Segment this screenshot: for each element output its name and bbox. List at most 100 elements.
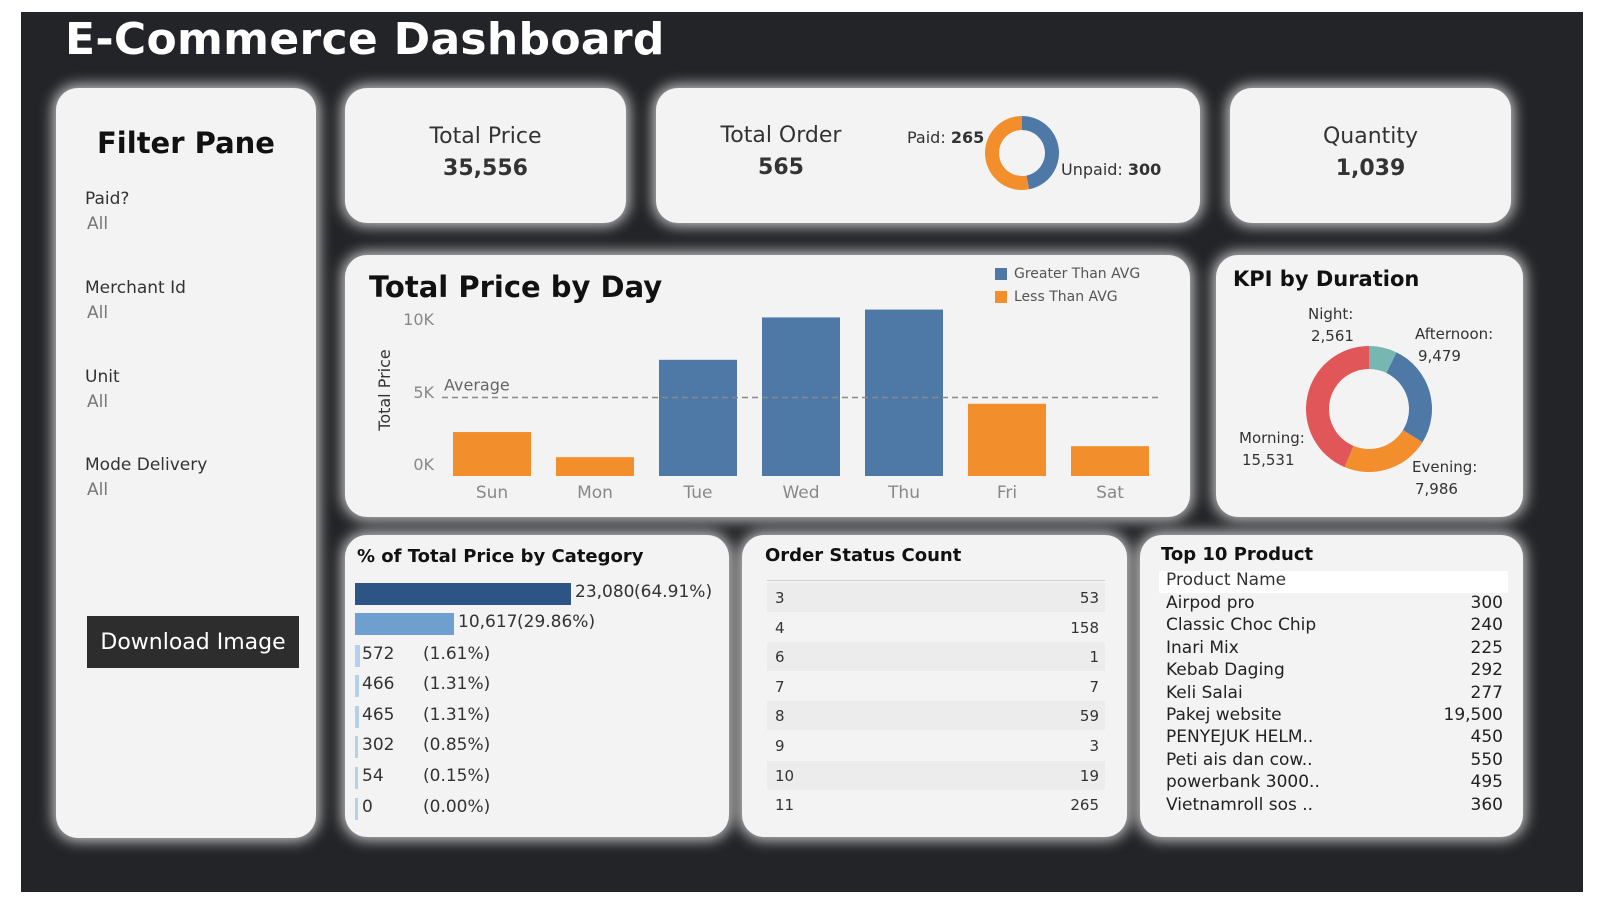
category-value: 465 (362, 705, 395, 725)
paid-slice[interactable] (1022, 116, 1059, 190)
unpaid-value: 300 (1127, 160, 1162, 179)
x-tick-label: Mon (577, 483, 613, 503)
y-tick-label: 5K (413, 383, 434, 402)
filter-paid-label: Paid? (85, 189, 130, 209)
order-status-count: 3 (1089, 737, 1099, 755)
afternoon-slice[interactable] (1386, 352, 1432, 443)
night-label: Night: (1308, 305, 1354, 323)
evening-slice[interactable] (1344, 430, 1423, 472)
product-row: Airpod pro 300 (1159, 593, 1508, 615)
quantity-card: Quantity 1,039 (1230, 88, 1511, 223)
day-bar[interactable] (659, 359, 737, 476)
x-tick-label: Sat (1096, 483, 1124, 503)
product-row: powerbank 3000.. 495 (1159, 772, 1508, 794)
order-status-count: 265 (1070, 796, 1099, 815)
morning-value: 15,531 (1242, 451, 1295, 469)
average-reference-label: Average (444, 376, 510, 395)
order-status-code: 8 (775, 707, 785, 726)
product-name: Classic Choc Chip (1166, 615, 1317, 636)
x-tick-label: Sun (476, 483, 508, 503)
filter-unit-label: Unit (85, 367, 120, 387)
total-price-card: Total Price 35,556 (345, 88, 626, 223)
product-header-label: Product Name (1166, 570, 1287, 590)
category-value: 0 (362, 797, 373, 817)
night-value: 2,561 (1311, 327, 1354, 345)
product-row: Vietnamroll sos .. 360 (1159, 795, 1508, 817)
download-image-button[interactable]: Download Image (87, 616, 299, 668)
category-percent: (1.31%) (423, 705, 491, 725)
category-bar (355, 613, 454, 635)
order-status-code: 10 (775, 766, 795, 785)
product-name: powerbank 3000.. (1166, 772, 1320, 793)
order-status-count: 158 (1070, 618, 1099, 637)
category-bar (355, 583, 571, 605)
order-status-count: 59 (1079, 707, 1099, 726)
product-name: Kebab Daging (1166, 660, 1285, 681)
category-bar (355, 706, 359, 728)
paid-label: Paid: (907, 128, 946, 147)
category-percent: (1.31%) (423, 674, 491, 694)
category-value: 10,617 (458, 612, 518, 632)
product-value: 360 (1470, 794, 1503, 815)
paid-value: 265 (950, 128, 985, 147)
order-status-count: 7 (1089, 677, 1099, 696)
morning-label: Morning: (1239, 429, 1305, 447)
category-value: 23,080 (575, 582, 635, 602)
filter-merchant-value[interactable]: All (87, 303, 108, 323)
filter-mode-delivery-value[interactable]: All (87, 480, 108, 500)
table-row: 93 (767, 731, 1105, 760)
product-value: 292 (1470, 660, 1503, 681)
table-row: 61 (767, 642, 1105, 672)
day-bar[interactable] (556, 457, 634, 476)
order-status-code: 9 (775, 737, 785, 755)
afternoon-label: Afternoon: (1415, 325, 1494, 343)
product-value: 277 (1470, 682, 1503, 703)
category-value: 302 (362, 735, 395, 755)
total-price-by-day-chart: Total Price 10K 5K 0K Sun Mon Tue Wed Thu Fri… (375, 309, 1162, 503)
category-bar (355, 736, 358, 758)
product-row: Pakej website 19,500 (1159, 705, 1508, 727)
order-status-header-rule (767, 580, 1105, 581)
category-value: 54 (362, 766, 384, 786)
unpaid-label: Unpaid: (1061, 160, 1123, 179)
x-tick-label: Tue (682, 483, 712, 503)
product-row: Kebab Daging 292 (1159, 660, 1508, 682)
day-bar[interactable] (453, 432, 531, 476)
table-row: 4 158 (767, 613, 1105, 642)
x-tick-label: Fri (997, 483, 1017, 503)
filter-unit-value[interactable]: All (87, 392, 108, 412)
product-name: Peti ais dan cow.. (1166, 749, 1313, 770)
day-bar[interactable] (968, 403, 1046, 476)
product-value: 450 (1470, 727, 1503, 748)
total-price-value: 35,556 (443, 156, 528, 181)
paid-unpaid-donut (985, 116, 1059, 190)
kpi-by-duration-card: KPI by Duration Night: 2,561 Afternoon: … (1216, 255, 1523, 517)
category-title: % of Total Price by Category (357, 546, 644, 567)
paid-legend: Paid: 265 (907, 128, 984, 147)
day-bar[interactable] (1071, 446, 1149, 476)
product-value: 495 (1470, 772, 1503, 793)
category-percent: (0.00%) (423, 797, 491, 817)
day-bar[interactable] (865, 309, 943, 476)
day-bar[interactable] (762, 317, 840, 476)
quantity-label: Quantity (1322, 124, 1419, 149)
product-row: Inari Mix 225 (1159, 638, 1508, 660)
y-tick-label: 10K (403, 310, 434, 329)
category-value: 466 (362, 674, 395, 694)
order-status-count: 53 (1079, 589, 1099, 607)
product-value: 225 (1470, 637, 1503, 658)
filter-merchant-label: Merchant Id (85, 278, 186, 298)
filter-mode-delivery-label: Mode Delivery (85, 455, 208, 475)
product-name: Vietnamroll sos .. (1166, 794, 1314, 815)
order-status-card: Order Status Count 3 53 4 158 6 1 7 7 8 59 9 3 10 19 1… (742, 535, 1127, 837)
category-percent: (0.15%) (423, 766, 491, 786)
table-row: 3 53 (767, 583, 1105, 612)
kpi-by-duration-title: KPI by Duration (1233, 267, 1420, 291)
filter-paid-value[interactable]: All (87, 214, 108, 234)
top-products-title: Top 10 Product (1161, 544, 1314, 565)
product-value: 19,500 (1443, 705, 1503, 725)
order-status-count: 1 (1089, 648, 1099, 667)
category-bar (355, 675, 359, 697)
product-value: 550 (1470, 749, 1503, 770)
category-bar (355, 767, 358, 789)
